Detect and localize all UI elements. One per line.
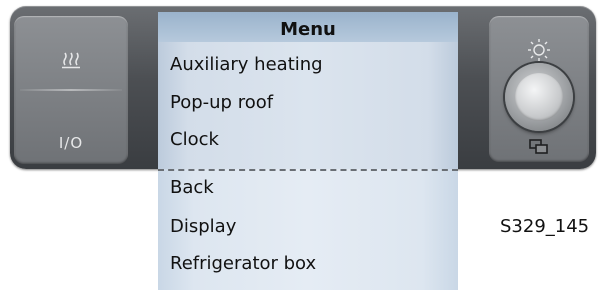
left-button-block: I/O [14, 16, 128, 164]
heating-icon[interactable] [60, 50, 82, 70]
power-button[interactable]: I/O [14, 134, 128, 152]
screens-icon[interactable] [528, 138, 550, 156]
panel-edge-dashed [158, 169, 458, 171]
menu-item-refrigerator-box[interactable]: Refrigerator box [170, 253, 316, 274]
power-button-label: I/O [58, 134, 84, 152]
menu-item-auxiliary-heating[interactable]: Auxiliary heating [170, 54, 323, 75]
button-divider [20, 89, 122, 91]
menu-item-back[interactable]: Back [170, 177, 214, 198]
menu-item-clock[interactable]: Clock [170, 129, 219, 150]
rotary-knob[interactable] [505, 63, 573, 131]
right-control-block [489, 16, 589, 162]
menu-item-pop-up-roof[interactable]: Pop-up roof [170, 92, 273, 113]
knob-center [515, 73, 563, 121]
figure-code: S329_145 [500, 216, 590, 237]
brightness-icon[interactable] [527, 38, 551, 62]
menu-item-display[interactable]: Display [170, 216, 236, 237]
menu-title: Menu [280, 19, 336, 40]
